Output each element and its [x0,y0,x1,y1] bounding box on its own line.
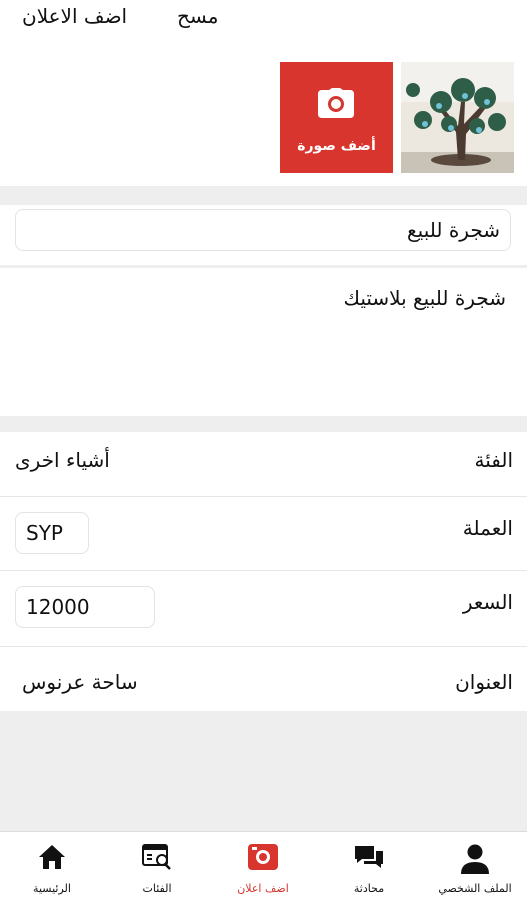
nav-categories-label: الفئات [142,882,172,895]
details-section: الفئة أشياء اخرى العملة SYP السعر 12000 … [0,432,527,711]
title-section [0,205,527,265]
price-input[interactable]: 12000 [15,586,155,628]
nav-home[interactable]: الرئيسية [2,832,102,901]
price-label: السعر [462,590,513,614]
camera-icon [318,88,354,122]
price-row: السعر 12000 [0,570,527,647]
address-value: ساحة عرنوس [22,670,138,694]
address-row[interactable]: العنوان ساحة عرنوس [0,646,527,711]
bottom-navigation: الرئيسية الفئات اضف اعلان محادثة الملف ا… [0,831,527,901]
ad-title-input[interactable] [15,209,511,251]
photos-section: أضف صورة [0,48,527,186]
currency-select[interactable]: SYP [15,512,89,554]
photo-thumbnail[interactable] [401,62,514,173]
add-photo-label: أضف صورة [297,138,376,154]
nav-add-ad-label: اضف اعلان [237,882,289,895]
ad-description-text: شجرة للبيع بلاستيك [343,286,506,310]
add-photo-button[interactable]: أضف صورة [280,62,393,173]
post-ad-button[interactable]: اضف الاعلان [22,4,127,28]
categories-icon [142,844,172,874]
category-row[interactable]: الفئة أشياء اخرى [0,432,527,497]
clear-button[interactable]: مسح [177,4,218,28]
camera-icon [248,844,278,874]
currency-label: العملة [462,516,513,540]
address-label: العنوان [455,670,513,694]
top-bar: اضف الاعلان مسح [0,0,527,48]
home-icon [38,844,66,874]
nav-add-ad[interactable]: اضف اعلان [213,832,313,901]
nav-chat-label: محادثة [353,882,385,895]
nav-profile-label: الملف الشخصي [438,882,512,895]
chat-icon [354,844,384,874]
category-value: أشياء اخرى [15,448,110,472]
currency-row: العملة SYP [0,496,527,571]
nav-home-label: الرئيسية [33,882,71,895]
nav-profile[interactable]: الملف الشخصي [425,832,525,901]
description-section[interactable]: شجرة للبيع بلاستيك [0,268,527,416]
nav-categories[interactable]: الفئات [107,832,207,901]
profile-icon [460,844,490,878]
category-label: الفئة [474,448,513,472]
nav-chat[interactable]: محادثة [319,832,419,901]
